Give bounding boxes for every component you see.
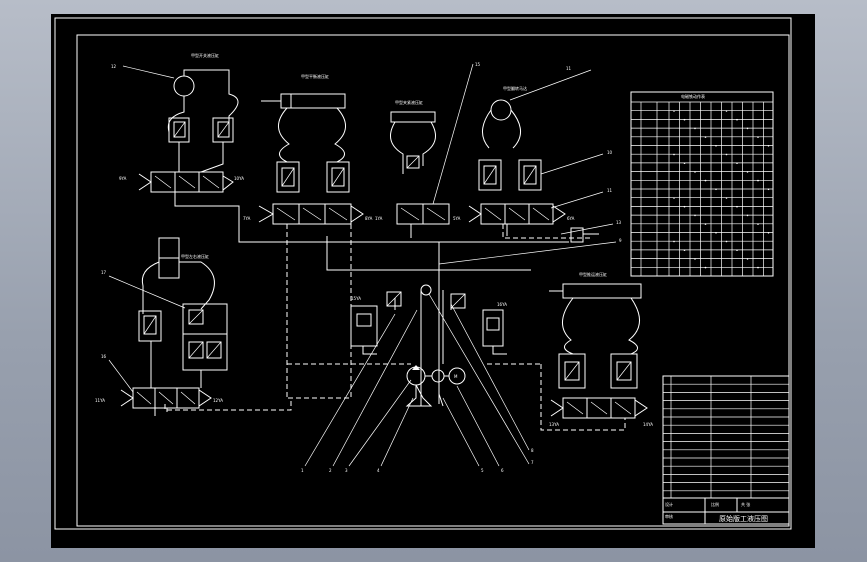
- pump-group: 15YA 16YA M: [350, 284, 507, 407]
- cad-viewport[interactable]: 12 甲型开关液压缸 9YA 10YA 17 16 甲型左右液压缸 11YA 1…: [51, 14, 815, 548]
- circuit-top-center: 甲型平衡液压缸 7YA 8YA 甲型夹紧液压缸 1YA 甲型翻转马达 5YA 6…: [243, 73, 575, 225]
- svg-text:13: 13: [616, 220, 622, 225]
- svg-text:甲型夹紧液压缸: 甲型夹紧液压缸: [395, 99, 423, 105]
- title-scale: 比例: [711, 501, 719, 507]
- callout-3: 3: [345, 468, 348, 473]
- callout-5: 5: [481, 468, 484, 473]
- svg-text:11: 11: [607, 188, 613, 193]
- callout-1: 1: [301, 468, 304, 473]
- port-label-v6-left: 11YA: [95, 398, 105, 403]
- callout-8: 8: [531, 448, 534, 453]
- svg-text:10: 10: [607, 150, 613, 155]
- svg-text:甲型左右液压缸: 甲型左右液压缸: [181, 253, 209, 259]
- port-label-v2-right: 6YA: [567, 216, 575, 221]
- port-label-v5-right: 10YA: [234, 176, 244, 181]
- callout-2: 2: [329, 468, 332, 473]
- port-label-solenoid-left: 15YA: [351, 296, 361, 301]
- svg-text:9: 9: [619, 238, 622, 243]
- svg-text:M: M: [454, 374, 458, 379]
- svg-text:甲型翻转马达: 甲型翻转马达: [503, 85, 527, 91]
- title-checker: 审核: [665, 513, 673, 519]
- port-label-v7-left: 13YA: [549, 422, 559, 427]
- svg-text:15: 15: [475, 62, 481, 67]
- port-label-v6-right: 12YA: [213, 398, 223, 403]
- port-label-v7-right: 14YA: [643, 422, 653, 427]
- svg-text:16: 16: [101, 354, 107, 359]
- title-sheet: 共 张: [741, 501, 750, 507]
- circuit-right-middle: 甲型推运液压缸 13YA 14YA: [540, 271, 653, 431]
- drawing-title: 原始版工液压图: [719, 514, 768, 523]
- callout-7: 7: [531, 460, 534, 465]
- port-label-solenoid-right: 16YA: [497, 302, 507, 307]
- svg-text:甲型开关液压缸: 甲型开关液压缸: [191, 52, 219, 58]
- solenoid-action-table: 电磁铁动作表: [630, 91, 774, 277]
- svg-text:11: 11: [566, 66, 572, 71]
- callout-4: 4: [377, 468, 380, 473]
- callout-6: 6: [501, 468, 504, 473]
- svg-text:甲型平衡液压缸: 甲型平衡液压缸: [301, 73, 329, 79]
- svg-text:甲型推运液压缸: 甲型推运液压缸: [579, 271, 607, 277]
- port-label-v3-left: 1YA: [375, 216, 383, 221]
- port-label-v4-left: 7YA: [243, 216, 251, 221]
- table-header: 电磁铁动作表: [681, 93, 705, 99]
- port-label-v4-right: 8YA: [365, 216, 373, 221]
- circuit-top-left: 12 甲型开关液压缸 9YA 10YA: [111, 52, 244, 224]
- title-designer: 设计: [665, 501, 673, 507]
- hydraulic-schematic: 12 甲型开关液压缸 9YA 10YA 17 16 甲型左右液压缸 11YA 1…: [54, 17, 792, 530]
- svg-text:17: 17: [101, 270, 107, 275]
- port-label-v5-left: 9YA: [119, 176, 127, 181]
- circuit-left-middle: 17 16 甲型左右液压缸 11YA 12YA: [95, 237, 228, 416]
- svg-text:12: 12: [111, 64, 117, 69]
- port-label-v2-left: 5YA: [453, 216, 461, 221]
- title-block: 原始版工液压图 设计 审核 比例 共 张: [662, 375, 790, 525]
